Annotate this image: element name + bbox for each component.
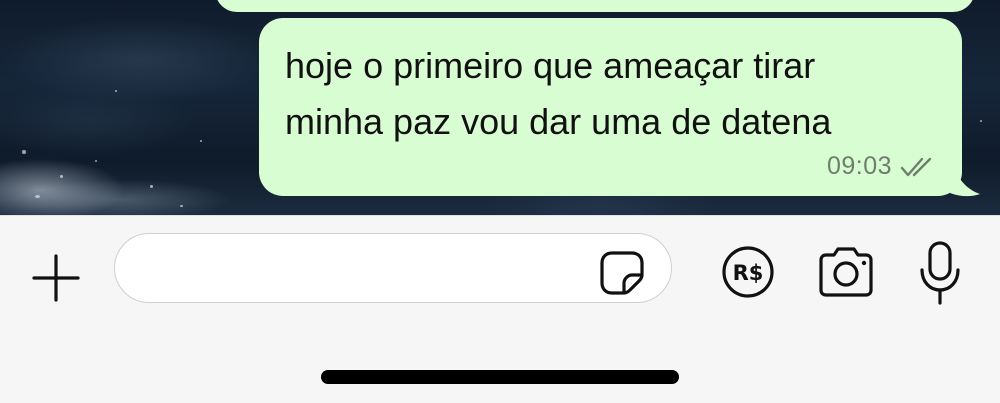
microphone-icon xyxy=(920,241,960,305)
message-input[interactable] xyxy=(114,233,672,303)
chat-area[interactable]: hoje o primeiro que ameaçar tirar minha … xyxy=(0,0,1000,215)
previous-message-bubble[interactable] xyxy=(215,0,975,12)
payment-button[interactable]: R$ xyxy=(720,244,776,300)
sticker-button[interactable] xyxy=(598,249,646,297)
real-currency-icon: R$ xyxy=(722,246,774,298)
currency-symbol: R$ xyxy=(733,261,764,285)
double-check-icon xyxy=(900,157,932,176)
camera-icon xyxy=(819,247,873,297)
message-meta: 09:03 xyxy=(827,152,936,181)
camera-button[interactable] xyxy=(815,244,877,300)
composer-bar: R$ xyxy=(0,215,1000,403)
message-text-line: minha paz vou dar uma de datena xyxy=(285,101,832,142)
message-time: 09:03 xyxy=(826,152,892,180)
bubble-tail xyxy=(950,166,980,197)
message-text: hoje o primeiro que ameaçar tirar minha … xyxy=(285,38,945,150)
sticker-icon xyxy=(600,251,644,295)
message-bubble[interactable]: hoje o primeiro que ameaçar tirar minha … xyxy=(259,18,962,196)
microphone-button[interactable] xyxy=(918,240,962,306)
plus-icon xyxy=(32,254,80,302)
home-indicator[interactable] xyxy=(321,370,679,384)
message-text-line: hoje o primeiro que ameaçar tirar xyxy=(285,45,816,86)
attach-button[interactable] xyxy=(28,250,84,306)
